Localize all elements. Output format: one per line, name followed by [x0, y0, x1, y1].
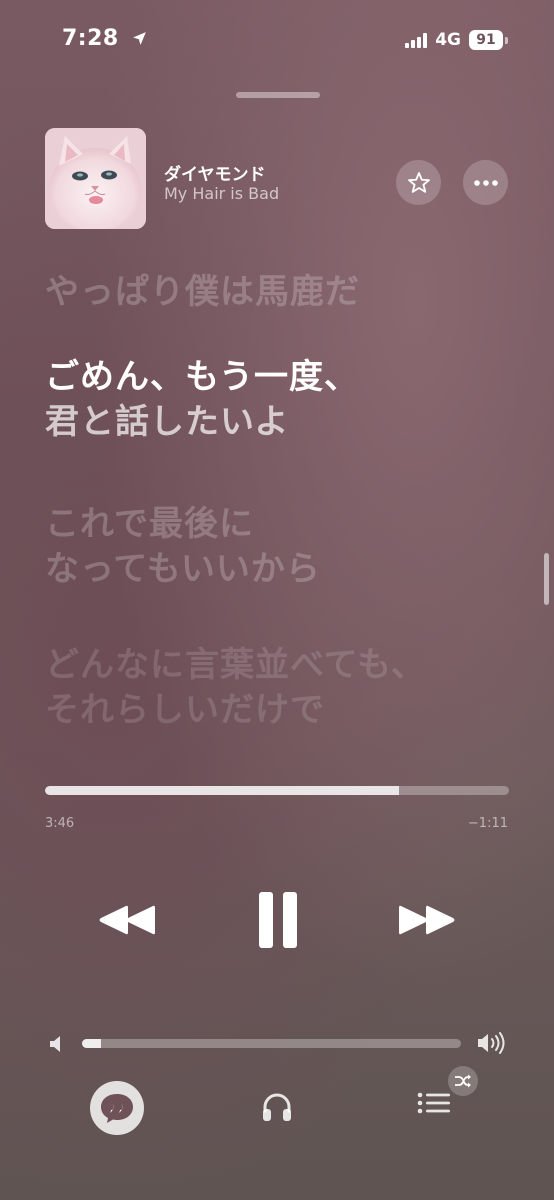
rewind-button[interactable] — [96, 896, 158, 944]
album-artwork-cat-icon — [45, 128, 146, 229]
speaker-high-icon — [478, 1032, 505, 1054]
lyric-line-current-2: 君と話したいよ — [45, 401, 290, 442]
battery-level: 91 — [469, 30, 503, 50]
status-indicators: 4G 91 — [405, 30, 508, 50]
location-arrow-icon — [133, 32, 146, 45]
volume-slider-fill — [82, 1039, 101, 1048]
cellular-signal-icon — [405, 32, 428, 48]
shuffle-indicator — [448, 1066, 478, 1096]
list-icon — [417, 1092, 450, 1114]
sheet-grabber[interactable] — [236, 92, 320, 98]
lyrics-toggle-button[interactable] — [90, 1081, 144, 1135]
elapsed-time: 3:46 — [45, 816, 75, 831]
scroll-indicator[interactable] — [544, 553, 549, 605]
playback-progress-fill — [45, 786, 399, 795]
lyric-line-current[interactable]: ごめん、もう一度、 君と話したいよ — [45, 355, 359, 445]
audio-output-button[interactable] — [258, 1088, 296, 1126]
lyric-line-later-2: それらしいだけで — [45, 689, 325, 730]
headphones-icon — [263, 1093, 291, 1121]
volume-slider[interactable] — [82, 1039, 461, 1048]
pause-icon — [259, 892, 297, 948]
queue-button[interactable] — [416, 1088, 458, 1126]
lyric-line-later[interactable]: どんなに言葉並べても、 それらしいだけで — [45, 643, 426, 733]
favorite-button[interactable] — [396, 160, 441, 205]
album-artwork[interactable] — [45, 128, 146, 229]
battery-icon: 91 — [469, 30, 508, 50]
fast-forward-button[interactable] — [396, 896, 458, 944]
quote-bubble-icon — [101, 1094, 133, 1123]
remaining-time: −1:11 — [467, 816, 508, 831]
star-icon — [407, 171, 430, 193]
status-time-text: 7:28 — [62, 26, 119, 51]
fast-forward-icon — [399, 905, 455, 935]
lyric-line-current-1: ごめん、もう一度、 — [45, 357, 359, 397]
volume-low-button[interactable] — [48, 1035, 64, 1057]
pause-button[interactable] — [250, 888, 306, 952]
ellipsis-icon — [473, 179, 498, 186]
song-title[interactable]: ダイヤモンド — [164, 160, 266, 185]
rewind-icon — [99, 905, 155, 935]
shuffle-icon — [455, 1074, 471, 1088]
lyric-line-next-2: なってもいいから — [45, 548, 321, 589]
song-artist[interactable]: My Hair is Bad — [164, 184, 279, 203]
volume-high-button[interactable] — [477, 1031, 507, 1059]
playback-scrubber[interactable] — [45, 786, 509, 795]
lyric-line-later-1: どんなに言葉並べても、 — [45, 645, 426, 685]
more-options-button[interactable] — [463, 160, 508, 205]
lyric-line-next[interactable]: これで最後に なってもいいから — [45, 502, 321, 592]
speaker-low-icon — [50, 1036, 60, 1052]
lyric-line-next-1: これで最後に — [45, 504, 254, 544]
lyric-line-previous[interactable]: やっぱり僕は馬鹿だ — [45, 270, 360, 315]
network-type: 4G — [435, 30, 461, 50]
status-time: 7:28 — [62, 26, 148, 51]
